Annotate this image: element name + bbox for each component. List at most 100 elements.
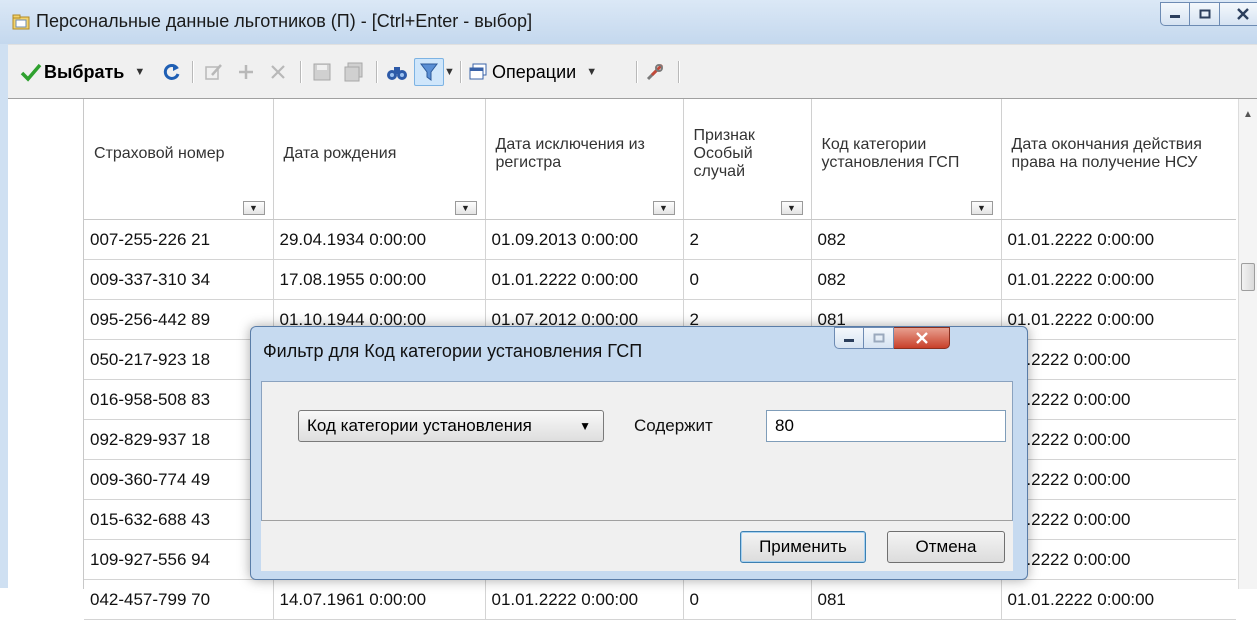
column-header-label: Дата рождения — [283, 145, 397, 162]
filter-value-input[interactable] — [766, 410, 1006, 442]
column-header-label: Дата окончания действия права на получен… — [1011, 136, 1202, 171]
table-cell[interactable]: 109-927-556 94 — [84, 539, 274, 580]
table-cell[interactable]: 007-255-226 21 — [84, 219, 274, 260]
column-filter-dropdown[interactable]: ▼ — [652, 201, 675, 215]
table-row[interactable]: 009-337-310 34 17.08.1955 0:00:00 01.01.22… — [84, 259, 1236, 300]
toolbar-separator — [460, 61, 462, 83]
chevron-down-icon: ▼ — [579, 419, 591, 433]
table-cell[interactable]: 0 — [683, 259, 812, 300]
vertical-scrollbar[interactable]: ▲ — [1238, 99, 1257, 589]
minimize-button[interactable] — [1160, 2, 1190, 26]
operations-label: Операции — [492, 61, 577, 82]
column-header[interactable]: Дата рождения ▼ — [273, 99, 486, 220]
table-cell[interactable]: 01.01.2222 0:00:00 — [485, 579, 684, 620]
table-cell[interactable]: 081 — [811, 579, 1002, 620]
filter-dialog-footer: Применить Отмена — [261, 521, 1013, 571]
scrollbar-thumb[interactable] — [1241, 263, 1255, 291]
dialog-minimize-button[interactable] — [834, 327, 864, 349]
folder-form-icon — [12, 14, 30, 30]
column-filter-dropdown[interactable]: ▼ — [780, 201, 803, 215]
select-button[interactable]: Выбрать ▼ — [20, 58, 145, 86]
apply-button[interactable]: Применить — [740, 531, 866, 563]
table-cell[interactable]: 01.2222 0:00:00 — [1001, 499, 1236, 540]
save-all-icon — [344, 62, 363, 82]
filter-dropdown-button[interactable]: ▼ — [444, 58, 455, 86]
table-cell[interactable]: 01.2222 0:00:00 — [1001, 419, 1236, 460]
window-caption-buttons — [1160, 2, 1257, 28]
table-cell[interactable]: 082 — [811, 219, 1002, 260]
table-cell[interactable]: 01.01.2222 0:00:00 — [1001, 299, 1236, 340]
filter-field-select[interactable]: Код категории установления ▼ — [298, 410, 604, 442]
table-cell[interactable]: 092-829-937 18 — [84, 419, 274, 460]
minimize-icon — [1170, 15, 1180, 18]
filter-dialog-title: Фильтр для Код категории установления ГС… — [263, 341, 643, 361]
table-cell[interactable]: 009-337-310 34 — [84, 259, 274, 300]
chevron-down-icon: ▼ — [444, 66, 455, 78]
column-header[interactable]: Признак Особый случай ▼ — [683, 99, 812, 220]
operations-button[interactable]: Операции ▼ — [468, 58, 597, 86]
save-icon — [313, 63, 331, 81]
table-cell[interactable]: 2 — [683, 219, 812, 260]
filter-condition-panel: Код категории установления ▼ Содержит — [262, 382, 1012, 521]
main-window: Персональные данные льготников (П) - [Ct… — [0, 0, 1257, 620]
delete-button[interactable] — [268, 58, 288, 86]
table-cell[interactable]: 01.09.2013 0:00:00 — [485, 219, 684, 260]
toolbar-separator — [376, 61, 378, 83]
column-filter-dropdown[interactable]: ▼ — [454, 201, 477, 215]
close-button[interactable] — [1220, 2, 1257, 26]
column-header[interactable]: Код категории установления ГСП ▼ — [811, 99, 1002, 220]
table-cell[interactable]: 015-632-688 43 — [84, 499, 274, 540]
title-bar: Персональные данные льготников (П) - [Ct… — [0, 0, 1257, 44]
table-row[interactable]: 007-255-226 21 29.04.1934 0:00:00 01.09.20… — [84, 219, 1236, 260]
table-cell[interactable]: 01.2222 0:00:00 — [1001, 539, 1236, 580]
table-cell[interactable]: 01.01.2222 0:00:00 — [1001, 219, 1236, 260]
table-cell[interactable]: 050-217-923 18 — [84, 339, 274, 380]
toolbar-separator — [636, 61, 638, 83]
table-cell[interactable]: 0 — [683, 579, 812, 620]
dialog-maximize-button[interactable] — [864, 327, 894, 349]
column-header[interactable]: Страховой номер ▼ — [84, 99, 274, 220]
settings-button[interactable] — [644, 58, 666, 86]
table-row[interactable]: 042-457-799 70 14.07.1961 0:00:00 01.01.22… — [84, 579, 1236, 620]
column-filter-dropdown[interactable]: ▼ — [970, 201, 993, 215]
toolbar: Выбрать ▼ ▼ Операции ▼ — [8, 44, 1257, 99]
table-cell[interactable]: 14.07.1961 0:00:00 — [273, 579, 486, 620]
column-header[interactable]: Дата окончания действия права на получен… — [1001, 99, 1236, 220]
toolbar-separator — [300, 61, 302, 83]
filter-button[interactable] — [414, 58, 444, 86]
find-button[interactable] — [386, 58, 408, 86]
column-header-label: Код категории установления ГСП — [821, 136, 960, 171]
edit-button[interactable] — [204, 58, 224, 86]
grid-header-row: Страховой номер ▼ Дата рождения ▼ Дата иск… — [84, 99, 1236, 220]
table-cell[interactable]: 01.01.2222 0:00:00 — [1001, 579, 1236, 620]
save-button[interactable] — [312, 58, 332, 86]
table-cell[interactable]: 17.08.1955 0:00:00 — [273, 259, 486, 300]
table-cell[interactable]: 016-958-508 83 — [84, 379, 274, 420]
table-cell[interactable]: 01.01.2222 0:00:00 — [485, 259, 684, 300]
maximize-button[interactable] — [1190, 2, 1220, 26]
dialog-close-button[interactable] — [894, 327, 950, 349]
column-header[interactable]: Дата исключения из регистра ▼ — [485, 99, 684, 220]
table-cell[interactable]: 01.2222 0:00:00 — [1001, 339, 1236, 380]
save-all-button[interactable] — [344, 58, 364, 86]
maximize-icon — [1199, 9, 1210, 19]
table-cell[interactable]: 042-457-799 70 — [84, 579, 274, 620]
checkmark-icon — [20, 63, 42, 82]
minimize-icon — [844, 339, 854, 342]
table-cell[interactable]: 01.2222 0:00:00 — [1001, 459, 1236, 500]
table-cell[interactable]: 095-256-442 89 — [84, 299, 274, 340]
chevron-down-icon: ▼ — [586, 66, 598, 78]
table-cell[interactable]: 29.04.1934 0:00:00 — [273, 219, 486, 260]
table-cell[interactable]: 082 — [811, 259, 1002, 300]
filter-dialog-body: Код категории установления ▼ Содержит — [261, 381, 1013, 521]
cancel-button[interactable]: Отмена — [887, 531, 1005, 563]
scroll-up-icon[interactable]: ▲ — [1243, 109, 1253, 120]
close-icon — [1236, 8, 1249, 20]
add-button[interactable] — [236, 58, 256, 86]
table-cell[interactable]: 01.01.2222 0:00:00 — [1001, 259, 1236, 300]
refresh-button[interactable] — [162, 58, 182, 86]
refresh-icon — [163, 63, 180, 80]
table-cell[interactable]: 01.2222 0:00:00 — [1001, 379, 1236, 420]
column-filter-dropdown[interactable]: ▼ — [242, 201, 265, 215]
table-cell[interactable]: 009-360-774 49 — [84, 459, 274, 500]
